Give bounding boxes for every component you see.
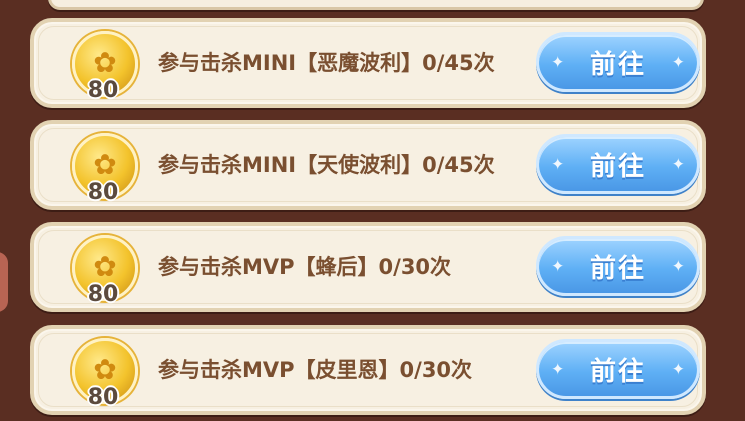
- task-card: ✿ 80 参与击杀MVP【皮里恩】0/30次 ✦ 前往 ✦: [30, 325, 706, 415]
- task-card: ✿ 80 参与击杀MINI【恶魔波利】0/45次 ✦ 前往 ✦: [30, 18, 706, 108]
- go-button-label: 前往: [589, 356, 646, 387]
- go-button[interactable]: ✦ 前往 ✦: [536, 339, 700, 399]
- reward-count: 80: [87, 78, 119, 103]
- task-description: 参与击杀MVP【蜂后】0/30次: [158, 254, 452, 279]
- task-description: 参与击杀MINI【天使波利】0/45次: [158, 152, 495, 177]
- reward-count: 80: [87, 180, 119, 205]
- go-button-label: 前往: [589, 253, 646, 284]
- task-card: ✿ 80 参与击杀MVP【蜂后】0/30次 ✦ 前往 ✦: [30, 222, 706, 312]
- previous-task-card-edge: [48, 0, 704, 10]
- reward-count: 80: [87, 385, 119, 410]
- task-description: 参与击杀MINI【恶魔波利】0/45次: [158, 50, 495, 75]
- sparkle-icon: ✦: [551, 359, 565, 379]
- go-button-label: 前往: [589, 151, 646, 182]
- reward-count: 80: [87, 282, 119, 307]
- sparkle-icon: ✦: [671, 154, 685, 174]
- side-decoration: [0, 252, 8, 312]
- task-description: 参与击杀MVP【皮里恩】0/30次: [158, 357, 473, 382]
- go-button-label: 前往: [589, 49, 646, 80]
- go-button[interactable]: ✦ 前往 ✦: [536, 236, 700, 296]
- sparkle-icon: ✦: [551, 52, 565, 72]
- sparkle-icon: ✦: [671, 52, 685, 72]
- go-button[interactable]: ✦ 前往 ✦: [536, 134, 700, 194]
- task-card: ✿ 80 参与击杀MINI【天使波利】0/45次 ✦ 前往 ✦: [30, 120, 706, 210]
- sparkle-icon: ✦: [671, 359, 685, 379]
- go-button[interactable]: ✦ 前往 ✦: [536, 32, 700, 92]
- sparkle-icon: ✦: [671, 256, 685, 276]
- sparkle-icon: ✦: [551, 154, 565, 174]
- sparkle-icon: ✦: [551, 256, 565, 276]
